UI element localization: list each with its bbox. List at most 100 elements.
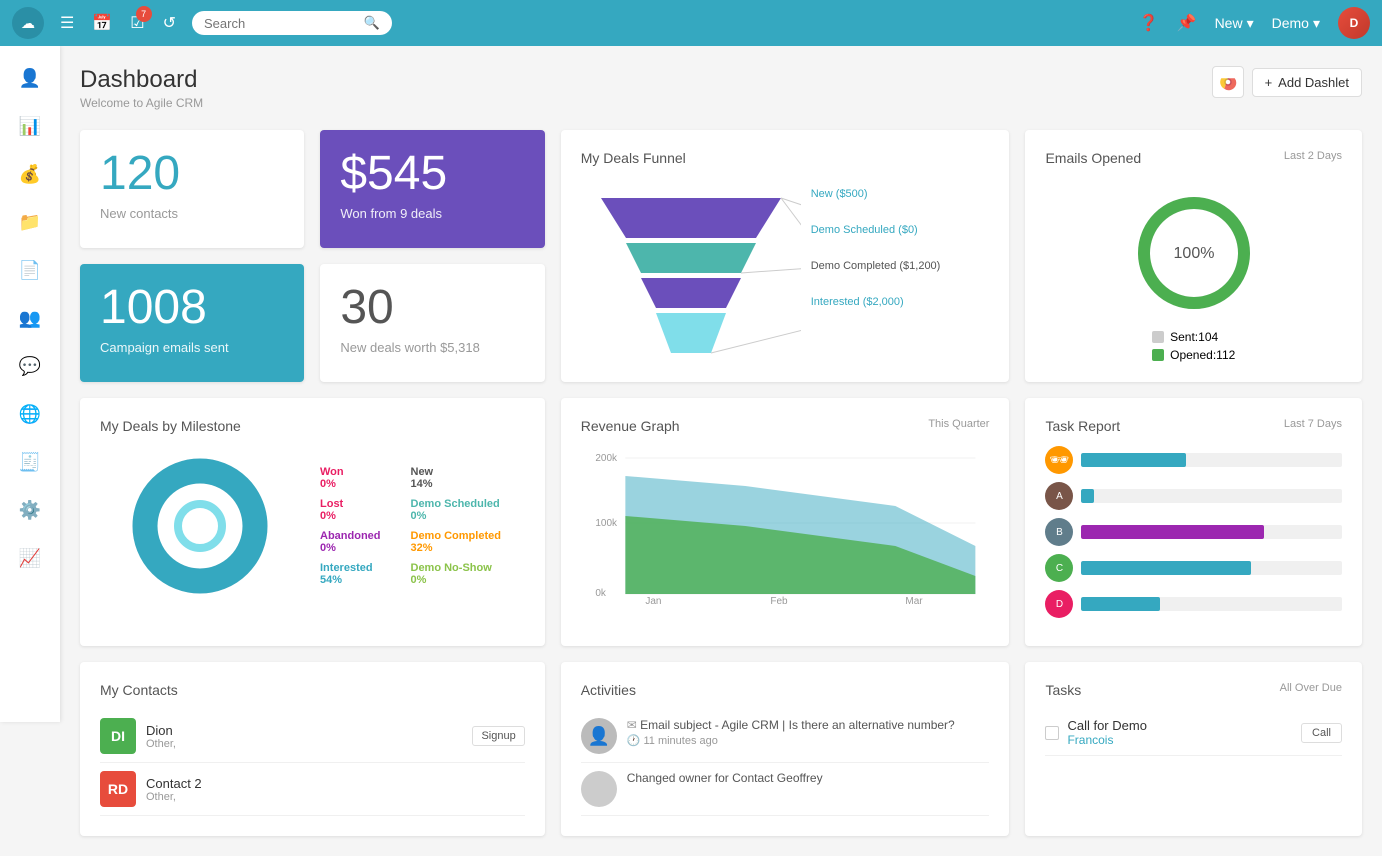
activity-time: 🕐 11 minutes ago [627, 734, 955, 747]
legend-opened: Opened:112 [1152, 348, 1235, 362]
task-bar [1081, 561, 1250, 575]
call-button[interactable]: Call [1301, 723, 1342, 743]
sidebar-item-documents[interactable]: 📁 [8, 200, 52, 244]
chrome-button[interactable] [1212, 66, 1244, 98]
ml-abandoned: Abandoned0% [320, 530, 381, 554]
task-avatar: 🕶 [1045, 446, 1073, 474]
svg-text:Mar: Mar [905, 596, 923, 606]
task-checkbox[interactable] [1045, 726, 1059, 740]
contacts-card: My Contacts DI Dion Other, Signup RD Con… [80, 662, 545, 836]
sidebar-item-deals[interactable]: 💰 [8, 152, 52, 196]
tasks-card: Tasks All Over Due Call for Demo Francoi… [1025, 662, 1362, 836]
header-actions: + Add Dashlet [1212, 66, 1362, 98]
search-container: 🔍 [192, 11, 392, 35]
contact-row: DI Dion Other, Signup [100, 710, 525, 763]
activity-details: Changed owner for Contact Geoffrey [627, 771, 823, 807]
milestone-donut [100, 446, 300, 606]
search-input[interactable] [204, 16, 356, 31]
activities-card: Activities 👤 ✉ Email subject - Agile CRM… [561, 662, 1010, 836]
page-subtitle: Welcome to Agile CRM [80, 96, 203, 110]
task-details: Call for Demo Francois [1067, 718, 1293, 747]
campaign-emails-card: 1008 Campaign emails sent [80, 264, 304, 382]
sidebar: 👤 📊 💰 📁 📄 👥 💬 🌐 🧾 ⚙️ 📈 [0, 46, 60, 722]
revenue-chart: 200k 100k 0k Jan Feb Mar [581, 446, 990, 606]
opened-dot [1152, 349, 1164, 361]
contact-row: RD Contact 2 Other, [100, 763, 525, 816]
demo-dropdown[interactable]: Demo ▾ [1272, 15, 1320, 32]
sidebar-item-reports[interactable]: 👥 [8, 296, 52, 340]
sidebar-item-notes[interactable]: 📄 [8, 248, 52, 292]
svg-text:200k: 200k [595, 453, 618, 464]
emails-opened-title: Emails Opened [1045, 150, 1141, 166]
new-deals-card: 30 New deals worth $5,318 [320, 264, 544, 382]
contact-info: Contact 2 Other, [146, 776, 525, 803]
page-title: Dashboard [80, 66, 203, 94]
new-button[interactable]: New ▾ [1215, 15, 1254, 32]
revenue-period: This Quarter [928, 418, 989, 430]
task-name: Call for Demo [1067, 718, 1293, 733]
calendar-icon[interactable]: 📅 [92, 13, 112, 33]
svg-text:Feb: Feb [770, 596, 788, 606]
sidebar-item-settings[interactable]: ⚙️ [8, 488, 52, 532]
milestone-title: My Deals by Milestone [100, 418, 525, 434]
sidebar-item-receipts[interactable]: 🧾 [8, 440, 52, 484]
menu-icon[interactable]: ☰ [60, 13, 74, 33]
won-deals-label: Won from 9 deals [340, 206, 524, 221]
help-icon[interactable]: ❓ [1139, 13, 1159, 33]
activity-details: ✉ Email subject - Agile CRM | Is there a… [627, 718, 955, 754]
activity-item: 👤 ✉ Email subject - Agile CRM | Is there… [581, 710, 990, 763]
opened-label: Opened:112 [1170, 348, 1235, 362]
nav-icons: ☰ 📅 ☑ 7 ↺ [60, 13, 176, 33]
emails-last-days: Last 2 Days [1284, 150, 1342, 162]
activity-text: ✉ Email subject - Agile CRM | Is there a… [627, 718, 955, 732]
revenue-title: Revenue Graph [581, 418, 680, 434]
task-bar-container [1081, 453, 1342, 467]
funnel-label-new: New ($500) [811, 188, 941, 200]
milestone-legend: Won0% Lost0% Abandoned0% Interested54% N… [320, 466, 501, 586]
task-bar-container [1081, 597, 1342, 611]
emails-opened-card: Emails Opened Last 2 Days 100% Sent:104 [1025, 130, 1362, 382]
signup-button[interactable]: Signup [472, 726, 524, 746]
milestone-content: Won0% Lost0% Abandoned0% Interested54% N… [100, 446, 525, 606]
app-logo[interactable]: ☁ [12, 7, 44, 39]
chrome-icon [1219, 73, 1237, 91]
task-row: C [1045, 554, 1342, 582]
task-report-card: Task Report Last 7 Days 🕶 A [1025, 398, 1362, 646]
donut-container: 100% Sent:104 Opened:112 [1045, 188, 1342, 362]
funnel-container: New ($500) Demo Scheduled ($0) Demo Comp… [581, 178, 990, 358]
sidebar-item-globe[interactable]: 🌐 [8, 392, 52, 436]
task-report-title: Task Report [1045, 418, 1120, 434]
activity-text: Changed owner for Contact Geoffrey [627, 771, 823, 785]
svg-text:100k: 100k [595, 518, 618, 529]
task-avatar: A [1045, 482, 1073, 510]
activities-title: Activities [581, 682, 990, 698]
sidebar-item-messages[interactable]: 💬 [8, 344, 52, 388]
new-deals-number: 30 [340, 284, 524, 332]
emails-header: Emails Opened Last 2 Days [1045, 150, 1342, 178]
ml-won: Won0% [320, 466, 381, 490]
add-dashlet-button[interactable]: + Add Dashlet [1252, 68, 1362, 97]
contact-sub: Other, [146, 791, 525, 803]
avatar[interactable]: D [1338, 7, 1370, 39]
contact-info: Dion Other, [146, 723, 462, 750]
ml-new: New14% [411, 466, 501, 490]
activity-avatar [581, 771, 617, 807]
campaign-emails-number: 1008 [100, 284, 284, 332]
task-bar [1081, 453, 1185, 467]
search-icon: 🔍 [364, 15, 380, 31]
tasks-icon[interactable]: ☑ 7 [130, 13, 144, 33]
contact-initial: RD [100, 771, 136, 807]
activity-avatar: 👤 [581, 718, 617, 754]
plus-icon: + [1265, 75, 1273, 90]
top-navigation: ☁ ☰ 📅 ☑ 7 ↺ 🔍 ❓ 📌 New ▾ Demo ▾ D [0, 0, 1382, 46]
donut-chart: 100% [1129, 188, 1259, 318]
task-bar [1081, 597, 1159, 611]
sidebar-item-contacts[interactable]: 👤 [8, 56, 52, 100]
history-icon[interactable]: ↺ [163, 13, 176, 33]
sidebar-item-analytics[interactable]: 📈 [8, 536, 52, 580]
task-report-header: Task Report Last 7 Days [1045, 418, 1342, 446]
pin-icon[interactable]: 📌 [1177, 13, 1197, 33]
milestone-card: My Deals by Milestone [80, 398, 545, 646]
sidebar-item-dashboard[interactable]: 📊 [8, 104, 52, 148]
task-assignee: Francois [1067, 733, 1293, 747]
